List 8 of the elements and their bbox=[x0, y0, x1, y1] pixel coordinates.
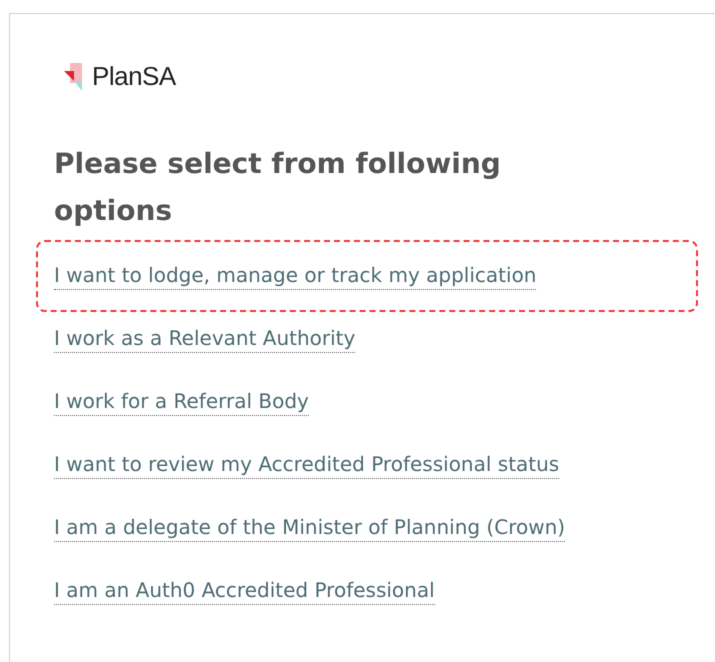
option-link[interactable]: I work for a Referral Body bbox=[54, 388, 309, 416]
option-link[interactable]: I am a delegate of the Minister of Planning (Crown) bbox=[54, 514, 566, 542]
option-link[interactable]: I want to lodge, manage or track my application bbox=[54, 262, 536, 290]
logo-text: PlanSA bbox=[92, 60, 176, 92]
option-link[interactable]: I am an Auth0 Accredited Professional bbox=[54, 578, 435, 604]
option-link[interactable]: I want to review my Accredited Professional status bbox=[54, 452, 560, 478]
option-link[interactable]: I work as a Relevant Authority bbox=[54, 326, 356, 352]
page-heading: Please select from following options bbox=[54, 146, 502, 229]
